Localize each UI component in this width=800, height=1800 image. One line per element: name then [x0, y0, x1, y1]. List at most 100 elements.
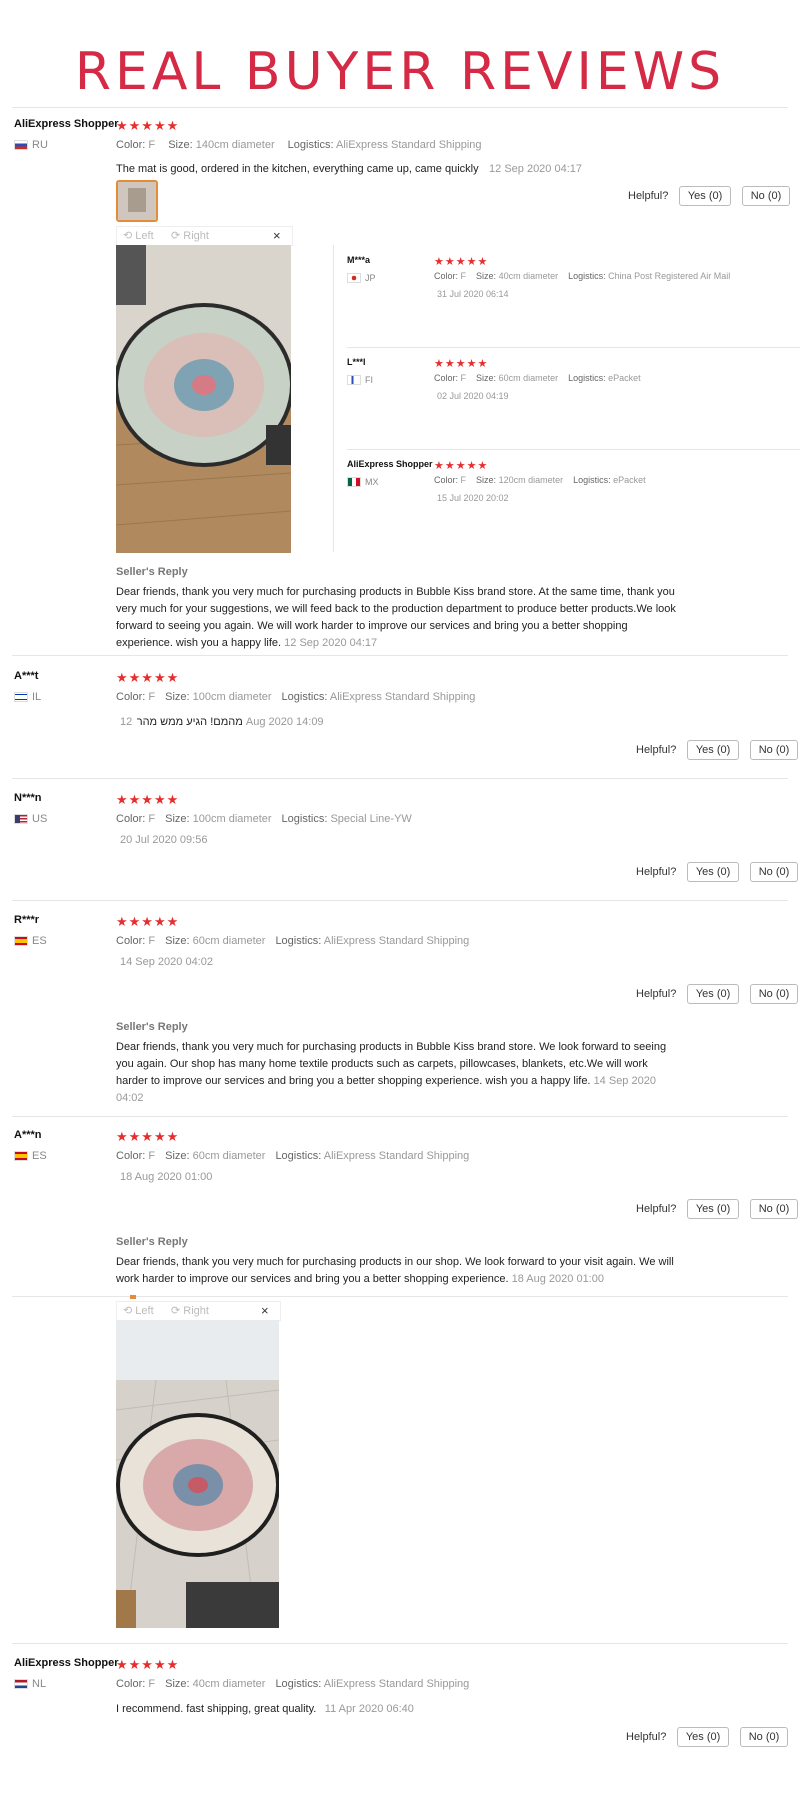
logistics-label: Logistics:	[275, 1150, 322, 1162]
rotate-right-button[interactable]: ⟳ Right	[171, 229, 209, 242]
country-code: RU	[32, 138, 48, 151]
color-value: F	[460, 475, 467, 485]
order-details: Color: F Size: 60cm diameter Logistics: Al…	[116, 1150, 469, 1162]
helpful-no-button[interactable]: No (0)	[749, 1199, 799, 1219]
review-date: 11 Apr 2020 06:40	[324, 1703, 414, 1715]
helpful-yes-button[interactable]: Yes (0)	[678, 186, 732, 206]
color-value: F	[148, 1678, 156, 1690]
flag-il-icon	[14, 691, 28, 702]
helpful-no-button[interactable]: No (0)	[741, 186, 791, 206]
photo-thumbnail[interactable]	[116, 180, 158, 222]
side-review-1-content: ★★★★★ Color: F Size: 40cm diameter Logisti…	[434, 255, 730, 299]
rotate-left-button[interactable]: ⟲ Left	[123, 1304, 154, 1317]
helpful-no-button[interactable]: No (0)	[739, 1727, 789, 1747]
helpful-no-button[interactable]: No (0)	[749, 862, 799, 882]
logistics-label: Logistics:	[568, 373, 606, 383]
review-2-author: A***t IL	[14, 670, 41, 706]
country-code: NL	[32, 1677, 47, 1690]
helpful-no-button[interactable]: No (0)	[749, 984, 799, 1004]
seller-reply-text: Dear friends, thank you very much for pu…	[116, 586, 676, 649]
review-text: מהמם! הגיע ממש מהר	[136, 716, 243, 728]
order-details: Color: F Size: 140cm diameter Logistics:…	[116, 139, 482, 151]
helpful-yes-button[interactable]: Yes (0)	[686, 740, 740, 760]
rotate-right-label: Right	[183, 1305, 209, 1317]
reviewer-name: R***r	[14, 914, 40, 926]
helpful-yes-button[interactable]: Yes (0)	[686, 1199, 740, 1219]
image-viewer-toolbar: ⟲ Left ⟳ Right ×	[116, 1301, 281, 1321]
seller-reply: Dear friends, thank you very much for pu…	[116, 584, 676, 652]
size-label: Size:	[165, 1678, 190, 1690]
order-details: Color: F Size: 40cm diameter Logistics: Al…	[116, 1678, 469, 1690]
logistics-value: ePacket	[613, 475, 646, 485]
side-panel-border	[333, 245, 334, 552]
color-label: Color:	[116, 139, 146, 151]
color-label: Color:	[116, 1678, 146, 1690]
review-6-author: AliExpress Shopper NL	[14, 1657, 119, 1693]
flag-mx-icon	[347, 476, 361, 487]
seller-reply-heading: Seller's Reply	[116, 566, 188, 578]
rotate-right-button[interactable]: ⟳ Right	[171, 1304, 209, 1317]
seller-reply-date: 12 Sep 2020 04:17	[284, 637, 378, 649]
review-date: 20 Jul 2020 09:56	[120, 834, 208, 846]
helpful-yes-button[interactable]: Yes (0)	[676, 1727, 730, 1747]
logistics-value: AliExpress Standard Shipping	[323, 935, 470, 947]
helpful-yes-button[interactable]: Yes (0)	[686, 984, 740, 1004]
helpful-label: Helpful?	[636, 988, 677, 1000]
size-label: Size:	[165, 935, 190, 947]
rating-stars: ★★★★★	[116, 1657, 180, 1672]
seller-reply-heading: Seller's Reply	[116, 1021, 188, 1033]
color-label: Color:	[116, 691, 146, 703]
size-label: Size:	[165, 1150, 190, 1162]
page-title: REAL BUYER REVIEWS	[74, 42, 726, 102]
logistics-value: ePacket	[608, 373, 641, 383]
rotate-left-button[interactable]: ⟲ Left	[123, 229, 154, 242]
size-value: 60cm diameter	[498, 373, 559, 383]
rating-stars: ★★★★★	[116, 670, 180, 685]
color-value: F	[148, 813, 156, 825]
rotate-left-label: Left	[135, 1305, 154, 1317]
divider	[347, 449, 800, 450]
divider	[347, 347, 800, 348]
color-label: Color:	[116, 813, 146, 825]
color-label: Color:	[434, 373, 459, 383]
logistics-label: Logistics:	[287, 139, 334, 151]
side-review-1: M***a JP	[347, 255, 376, 287]
close-icon[interactable]: ×	[261, 1303, 269, 1318]
logistics-value: AliExpress Standard Shipping	[329, 691, 476, 703]
review-body: מהמם! הגיע ממש מהר 12 Aug 2020 14:09	[120, 712, 324, 730]
color-value: F	[148, 691, 156, 703]
rating-stars: ★★★★★	[116, 792, 180, 807]
close-icon[interactable]: ×	[273, 228, 281, 243]
review-body: I recommend. fast shipping, great qualit…	[116, 1699, 414, 1717]
helpful-no-button[interactable]: No (0)	[749, 740, 799, 760]
helpful-yes-button[interactable]: Yes (0)	[686, 862, 740, 882]
size-label: Size:	[476, 271, 497, 281]
helpful-row: Helpful? Yes (0) No (0)	[636, 984, 799, 1004]
flag-us-icon	[14, 813, 28, 824]
country-code: US	[32, 812, 48, 825]
color-value: F	[148, 1150, 156, 1162]
color-value: F	[148, 139, 156, 151]
logistics-label: Logistics:	[573, 475, 611, 485]
side-review-2: L***l FI	[347, 357, 373, 389]
size-value: 60cm diameter	[192, 1150, 266, 1162]
seller-reply: Dear friends, thank you very much for pu…	[116, 1039, 676, 1107]
seller-reply: Dear friends, thank you very much for pu…	[116, 1254, 691, 1288]
review-date: 31 Jul 2020 06:14	[437, 289, 509, 299]
country-code: ES	[32, 1149, 47, 1162]
size-label: Size:	[168, 139, 193, 151]
helpful-row: Helpful? Yes (0) No (0)	[626, 1727, 789, 1747]
country-code: IL	[32, 690, 42, 703]
review-date: 18 Aug 2020 01:00	[120, 1171, 213, 1183]
flag-ru-icon	[14, 139, 28, 150]
flag-nl-icon	[14, 1678, 28, 1689]
review-body: The mat is good, ordered in the kitchen,…	[116, 159, 582, 177]
reviewer-name: A***n	[14, 1129, 42, 1141]
rotate-left-label: Left	[135, 230, 154, 242]
color-label: Color:	[116, 1150, 146, 1162]
divider	[12, 655, 788, 656]
size-value: 40cm diameter	[192, 1678, 266, 1690]
order-details: Color: F Size: 100cm diameter Logistics: A…	[116, 691, 475, 703]
rug-photo-thumbnail-icon	[118, 182, 156, 220]
color-label: Color:	[434, 271, 459, 281]
